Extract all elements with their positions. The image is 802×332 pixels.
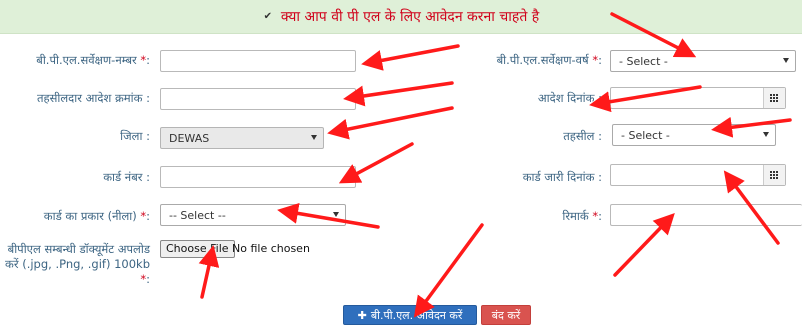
calendar-icon[interactable] [763, 88, 785, 108]
tehsildar-order-no-label: तहसीलदार आदेश क्रमांक : [36, 91, 150, 105]
tehsil-label: तहसील : [563, 129, 602, 143]
calendar-icon[interactable] [763, 165, 785, 185]
choose-file-button[interactable]: Choose File [160, 240, 235, 258]
bpl-apply-banner: ✔ क्या आप वी पी एल के लिए आवेदन करना चाह… [0, 0, 802, 34]
arrow-choose-file [198, 245, 220, 299]
card-no-input[interactable] [160, 166, 356, 188]
card-type-label: कार्ड का प्रकार (नीला) *: [43, 209, 150, 223]
chevron-down-icon [783, 58, 789, 63]
banner-title: क्या आप वी पी एल के लिए आवेदन करना चाहते… [280, 9, 540, 25]
card-issue-date-label: कार्ड जारी दिनांक : [522, 170, 602, 184]
card-issue-date-input[interactable] [610, 164, 786, 186]
tehsildar-order-no-input[interactable] [160, 88, 356, 110]
order-date-input[interactable] [610, 87, 786, 109]
arrow-remark [613, 212, 675, 277]
order-date-label: आदेश दिनांक : [537, 91, 602, 105]
plus-icon: ✚ [357, 308, 367, 322]
card-type-select[interactable]: -- Select -- [160, 204, 346, 226]
bpl-doc-label: बीपीएल सम्बन्धी डॉक्यूमेंट अपलोड करें (.… [5, 242, 150, 286]
apply-checkbox[interactable]: ✔ [263, 11, 273, 22]
tehsil-select[interactable]: - Select - [612, 124, 776, 146]
remark-input[interactable] [610, 204, 802, 226]
close-button[interactable]: बंद करें [481, 305, 531, 325]
arrow-apply-button [413, 223, 484, 318]
bpl-survey-no-input[interactable] [160, 50, 356, 72]
district-label: जिला : [120, 129, 150, 143]
bpl-survey-year-label: बी.पी.एल.सर्वेक्षण-वर्ष *: [496, 53, 602, 67]
chevron-down-icon [763, 132, 769, 137]
file-status: No file chosen [232, 242, 310, 255]
chevron-down-icon [311, 135, 317, 140]
remark-label: रिमार्क *: [562, 209, 602, 223]
apply-bpl-button[interactable]: ✚ बी.पी.एल. आवेदन करें [343, 305, 477, 325]
bpl-survey-year-select[interactable]: - Select - [610, 50, 796, 72]
arrow-district [327, 106, 454, 140]
arrow-order-no [343, 81, 454, 107]
chevron-down-icon [333, 212, 339, 217]
district-select[interactable]: DEWAS [160, 127, 324, 149]
card-no-label: कार्ड नंबर : [103, 170, 150, 184]
bpl-survey-no-label: बी.पी.एल.सर्वेक्षण-नम्बर *: [36, 53, 150, 67]
